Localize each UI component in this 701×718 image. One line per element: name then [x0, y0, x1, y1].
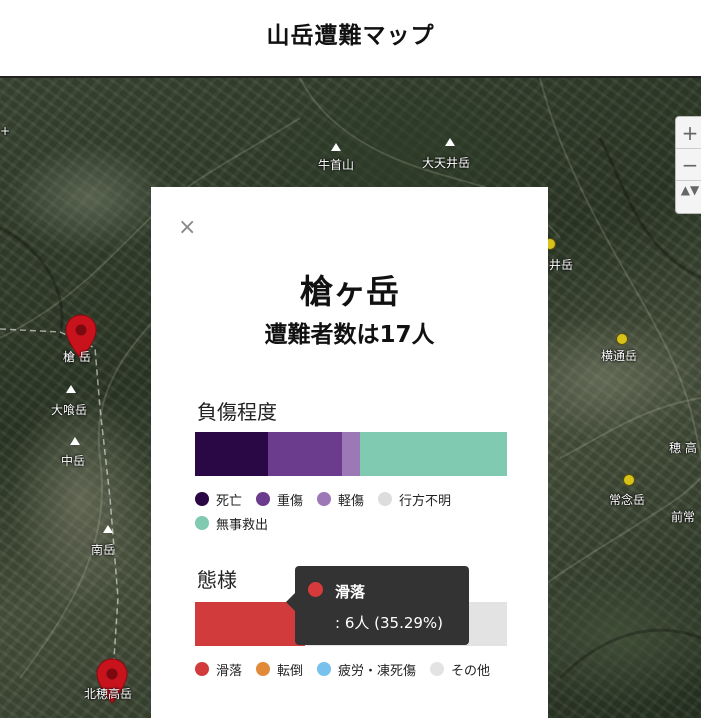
legend-swatch [195, 492, 209, 506]
map-label-kitaho: 北穂高岳 [84, 687, 133, 701]
close-icon[interactable]: × [178, 217, 196, 239]
legend-label: 死亡 [216, 493, 243, 509]
injury-legend: 死亡 重傷 軽傷 行方不明無事救出 [195, 487, 515, 535]
legend-item[interactable]: その他 [430, 657, 490, 681]
peak-icon [66, 385, 76, 393]
map-label-yari: 槍 岳 [63, 350, 91, 364]
bar-segment[interactable] [360, 432, 507, 476]
page-title: 山岳遭難マップ [266, 23, 435, 49]
tooltip-value: : 6人 (35.29%) [335, 614, 444, 632]
legend-label: 転倒 [277, 663, 304, 679]
peak-icon [103, 525, 113, 533]
legend-item[interactable]: 行方不明 [378, 487, 451, 511]
zoom-out-button[interactable]: − [676, 149, 701, 181]
map-label-jonen: 常念岳 [609, 493, 646, 507]
legend-label: その他 [451, 663, 491, 679]
injury-heading: 負傷程度 [197, 400, 277, 424]
legend-label: 無事救出 [216, 517, 269, 533]
peak-icon [70, 437, 80, 445]
map-label-daitenjo: 大天井岳 [422, 156, 471, 170]
legend-swatch [256, 662, 271, 676]
legend-label: 滑落 [216, 663, 243, 679]
map-label-fragment: 井岳 [549, 258, 574, 272]
bar-segment[interactable] [341, 432, 361, 476]
legend-item[interactable]: 疲労・凍死傷 [317, 657, 416, 681]
map-label-fragment: + [0, 124, 11, 138]
legend-swatch [317, 662, 332, 676]
zoom-in-button[interactable]: + [676, 117, 701, 149]
incident-marker[interactable] [623, 474, 635, 486]
legend-swatch [256, 492, 271, 506]
legend-swatch [430, 662, 445, 676]
legend-item[interactable]: 滑落 [195, 657, 242, 681]
injury-stacked-bar [195, 432, 507, 476]
legend-item[interactable]: 重傷 [256, 487, 303, 511]
peak-icon [445, 138, 455, 146]
legend-label: 疲労・凍死傷 [338, 663, 417, 679]
legend-item[interactable]: 転倒 [256, 657, 303, 681]
legend-item[interactable]: 死亡 [195, 487, 242, 511]
map-label-minami: 南岳 [91, 543, 116, 557]
mode-legend: 滑落 転倒 疲労・凍死傷 その他 [195, 657, 515, 681]
map-label-mae: 前常 [671, 510, 696, 524]
map-label-obami: 大喰岳 [51, 403, 88, 417]
popup-title: 槍ヶ岳 [300, 272, 399, 311]
chart-tooltip: 滑落 : 6人 (35.29%) [286, 566, 469, 645]
bar-segment[interactable] [268, 432, 342, 476]
legend-swatch [317, 492, 332, 506]
map-label-yokotoshi: 横通岳 [601, 349, 638, 363]
zoom-control: + − ▲▼ [675, 116, 701, 214]
map-label-naka: 中岳 [61, 454, 86, 468]
reset-north-button[interactable]: ▲▼ [676, 181, 701, 213]
legend-label: 軽傷 [338, 493, 365, 509]
mode-heading: 態様 [197, 568, 237, 592]
tooltip-swatch [308, 582, 323, 597]
legend-item[interactable]: 軽傷 [317, 487, 364, 511]
app-header: 山岳遭難マップ [0, 0, 701, 78]
bar-segment[interactable] [195, 432, 269, 476]
legend-swatch [378, 492, 393, 506]
map-label-hotaka: 穂 高 [669, 441, 697, 455]
legend-label: 行方不明 [399, 493, 452, 509]
legend-item[interactable]: 無事救出 [195, 511, 268, 535]
popup-subtitle: 遭難者数は17人 [264, 322, 435, 348]
legend-swatch [195, 662, 209, 676]
legend-label: 重傷 [277, 493, 304, 509]
incident-marker[interactable] [616, 333, 628, 345]
peak-icon [331, 143, 341, 151]
tooltip-category: 滑落 [335, 583, 366, 601]
map-label-gyukubiyama: 牛首山 [318, 158, 355, 172]
legend-swatch [195, 516, 209, 530]
